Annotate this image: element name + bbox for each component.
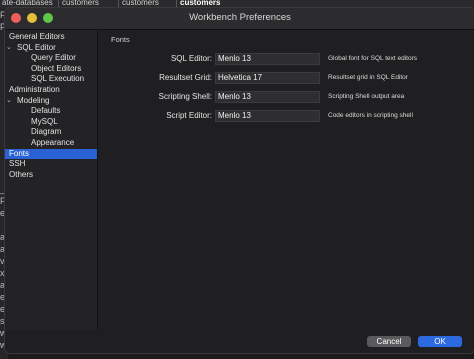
sidebar-item-label: Object Editors: [31, 63, 82, 73]
fonts-panel: Fonts SQL Editor: Menlo 13 Global font f…: [98, 30, 474, 330]
sidebar-item-label: SSH: [9, 159, 26, 169]
font-row-sql-editor: SQL Editor: Menlo 13 Global font for SQL…: [98, 53, 474, 65]
font-field-script-editor[interactable]: Menlo 13: [215, 110, 320, 122]
sidebar-item-query-editor[interactable]: Query Editor: [5, 53, 97, 64]
sidebar-item-label: SQL Editor: [17, 42, 56, 52]
tab-separator: [58, 0, 59, 7]
font-row-resultset-grid: Resultset Grid: Helvetica 17 Resultset g…: [98, 72, 474, 84]
sidebar-item-fonts[interactable]: Fonts: [5, 148, 97, 160]
title-bar[interactable]: Workbench Preferences: [5, 8, 474, 30]
chevron-down-icon[interactable]: ⌄: [6, 43, 12, 54]
sidebar-item-modeling[interactable]: ⌄ Modeling: [5, 96, 97, 107]
sidebar-item-defaults[interactable]: Defaults: [5, 106, 97, 117]
sidebar-item-label: Modeling: [17, 95, 50, 105]
sidebar-item-general-editors[interactable]: General Editors: [5, 32, 97, 43]
background-tab-label: customers: [62, 0, 99, 7]
sidebar-item-object-editors[interactable]: Object Editors: [5, 64, 97, 75]
tab-separator: [176, 0, 177, 7]
font-description: Global font for SQL text editors: [328, 55, 417, 62]
font-description: Scripting Shell output area: [328, 93, 405, 100]
font-field-scripting-shell[interactable]: Menlo 13: [215, 91, 320, 103]
sidebar-item-label: Diagram: [31, 127, 62, 137]
font-label: Script Editor:: [166, 111, 212, 120]
cancel-button[interactable]: Cancel: [367, 336, 411, 347]
sidebar-item-sql-editor[interactable]: ⌄ SQL Editor: [5, 43, 97, 54]
dialog-footer: Cancel OK: [5, 331, 474, 353]
sidebar-item-label: SQL Execution: [31, 74, 85, 84]
sidebar-item-label: Appearance: [31, 137, 75, 147]
sidebar-item-label: Others: [9, 169, 34, 179]
tab-separator: [118, 0, 119, 7]
background-tab-label: customers: [122, 0, 159, 7]
sidebar-item-others[interactable]: Others: [5, 170, 97, 181]
sidebar-item-label: Query Editor: [31, 53, 76, 63]
font-label: Resultset Grid:: [159, 73, 212, 82]
sidebar-item-label: General Editors: [9, 32, 65, 41]
sidebar-item-appearance[interactable]: Appearance: [5, 138, 97, 149]
font-description: Code editors in scripting shell: [328, 112, 413, 119]
preferences-sidebar: General Editors ⌄ SQL Editor Query Editor…: [5, 30, 98, 330]
font-field-resultset-grid[interactable]: Helvetica 17: [215, 72, 320, 84]
sidebar-item-label: Defaults: [31, 106, 61, 116]
sidebar-item-label: MySQL: [31, 116, 58, 126]
font-description: Resultset grid in SQL Editor: [328, 74, 408, 81]
font-field-sql-editor[interactable]: Menlo 13: [215, 53, 320, 65]
font-label: SQL Editor:: [170, 54, 212, 63]
sidebar-item-label: Fonts: [9, 148, 30, 158]
window-title: Workbench Preferences: [189, 12, 291, 23]
font-row-scripting-shell: Scripting Shell: Menlo 13 Scripting Shel…: [98, 91, 474, 103]
sidebar-item-diagram[interactable]: Diagram: [5, 127, 97, 138]
sidebar-item-ssh[interactable]: SSH: [5, 159, 97, 170]
sidebar-item-sql-execution[interactable]: SQL Execution: [5, 74, 97, 85]
font-label: Scripting Shell:: [158, 92, 212, 101]
sidebar-item-administration[interactable]: Administration: [5, 85, 97, 96]
chevron-down-icon[interactable]: ⌄: [6, 96, 12, 107]
font-row-script-editor: Script Editor: Menlo 13 Code editors in …: [98, 110, 474, 122]
ok-button[interactable]: OK: [418, 336, 462, 347]
sidebar-item-mysql[interactable]: MySQL: [5, 117, 97, 128]
preferences-window: Workbench Preferences General Editors ⌄ S…: [4, 7, 474, 354]
section-title: Fonts: [111, 35, 130, 44]
background-tab-label: customers: [180, 0, 221, 7]
sidebar-item-label: Administration: [9, 84, 60, 94]
